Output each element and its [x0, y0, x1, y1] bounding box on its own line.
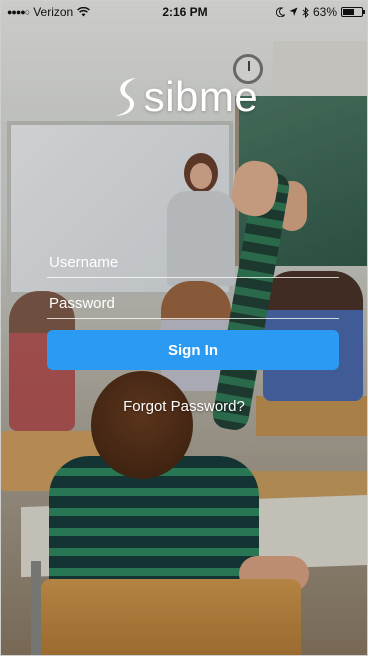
- password-field-container: [47, 288, 339, 319]
- location-arrow-icon: [289, 7, 298, 16]
- sibme-logo: sibme: [1, 73, 367, 121]
- battery-icon: [341, 7, 365, 17]
- battery-level: [343, 9, 354, 15]
- forgot-password-link[interactable]: Forgot Password?: [1, 398, 367, 415]
- leaf-s-icon: [114, 78, 136, 116]
- logo-text: sibme: [143, 73, 259, 120]
- moon-icon: [275, 7, 285, 17]
- phone-screen: ●●●●○ Verizon 2:16 PM 63% sibme Username…: [0, 0, 368, 656]
- status-bar: ●●●●○ Verizon 2:16 PM 63%: [1, 1, 367, 23]
- battery-percent: 63%: [312, 5, 337, 19]
- sign-in-button[interactable]: Sign In: [47, 330, 339, 370]
- carrier-name: Verizon: [33, 5, 74, 19]
- username-input[interactable]: [47, 247, 339, 277]
- bluetooth-icon: [302, 6, 309, 18]
- username-field-container: [47, 247, 339, 278]
- password-input[interactable]: [47, 288, 339, 318]
- wifi-icon: [77, 7, 91, 17]
- signal-dots-icon: ●●●●○: [7, 7, 30, 17]
